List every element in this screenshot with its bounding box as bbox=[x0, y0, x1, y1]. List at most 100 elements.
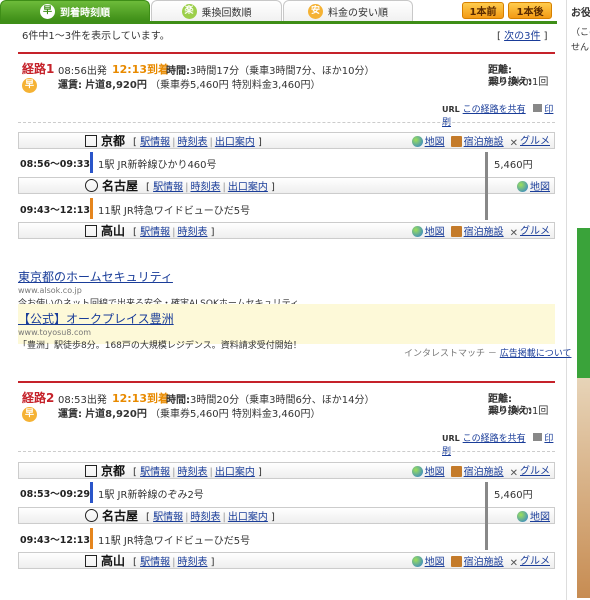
next-results-link[interactable]: [ 次の3件 ] bbox=[497, 27, 548, 42]
lodging-link[interactable]: 宿泊施設 bbox=[450, 133, 504, 148]
print-icon bbox=[532, 104, 542, 112]
timetable-link[interactable]: 時刻表 bbox=[177, 227, 207, 238]
station-info-link[interactable]: 駅情報 bbox=[140, 557, 170, 568]
globe-icon bbox=[411, 136, 423, 147]
fare-label: 運賃: bbox=[58, 80, 82, 91]
sidebar-text: （この bbox=[571, 28, 590, 38]
hotel-icon bbox=[450, 226, 462, 237]
cheap-icon: 安 bbox=[308, 3, 323, 19]
station-nagoya: 名古屋 [ 駅情報 | 時刻表 | 出口案内 ] 地図 bbox=[18, 177, 555, 194]
map-link[interactable]: 地図 bbox=[411, 553, 445, 568]
tab-label: 到着時刻順 bbox=[60, 7, 110, 19]
dashed-divider bbox=[18, 451, 555, 452]
map-link[interactable]: 地図 bbox=[411, 223, 445, 238]
route-1-header: 経路1 08:56出発 12:13到着 時間:3時間17分（乗車3時間7分、ほか… bbox=[18, 60, 555, 128]
segment-train: 11駅 JR特急ワイドビューひだ5号 bbox=[98, 206, 251, 217]
next-train-button[interactable]: 1本後 bbox=[508, 2, 552, 19]
sidebar-text: せん bbox=[571, 43, 590, 53]
line-color-bar bbox=[90, 198, 93, 219]
fare: 片道8,920円 bbox=[85, 409, 147, 420]
easy-icon: 楽 bbox=[181, 3, 197, 19]
ad-title[interactable]: 東京都のホームセキュリティ bbox=[18, 270, 173, 284]
fare-label: 運賃: bbox=[58, 409, 82, 420]
fare-bracket bbox=[485, 482, 488, 550]
station-transfer-icon bbox=[85, 509, 98, 522]
line-color-bar bbox=[90, 152, 93, 173]
tab-cheapest-fare[interactable]: 安 料金の安い順 bbox=[283, 0, 413, 21]
timetable-link[interactable]: 時刻表 bbox=[177, 467, 207, 478]
early-badge-icon: 早 bbox=[22, 78, 37, 93]
lodging-link[interactable]: 宿泊施設 bbox=[450, 223, 504, 238]
map-link[interactable]: 地図 bbox=[517, 508, 550, 523]
ad-1[interactable]: 東京都のホームセキュリティ www.alsok.co.jp 今お使いのネット回線… bbox=[18, 268, 555, 309]
tab-label: 料金の安い順 bbox=[328, 7, 388, 19]
station-name[interactable]: 京都 bbox=[101, 462, 125, 479]
gourmet-link[interactable]: ✕ グルメ bbox=[510, 462, 550, 479]
exit-guide-link[interactable]: 出口案内 bbox=[215, 137, 255, 148]
fare-detail: （乗車券5,460円 特別料金3,460円） bbox=[150, 80, 321, 91]
station-name[interactable]: 名古屋 bbox=[102, 177, 138, 194]
lodging-link[interactable]: 宿泊施設 bbox=[450, 463, 504, 478]
sidebar-heading: お役 bbox=[571, 8, 590, 19]
map-link[interactable]: 地図 bbox=[517, 178, 550, 193]
exit-guide-link[interactable]: 出口案内 bbox=[228, 512, 268, 523]
station-info-link[interactable]: 駅情報 bbox=[153, 182, 183, 193]
timetable-link[interactable]: 時刻表 bbox=[177, 557, 207, 568]
tab-transfer-count[interactable]: 楽 乗換回数順 bbox=[151, 0, 282, 21]
result-summary: 6件中1～3件を表示しています。 bbox=[22, 31, 170, 42]
segment-train: 11駅 JR特急ワイドビューひだ5号 bbox=[98, 536, 251, 547]
url-label: URL bbox=[442, 105, 460, 114]
fare: 片道8,920円 bbox=[85, 80, 147, 91]
sidebar-ad[interactable] bbox=[577, 178, 590, 598]
next-results-anchor[interactable]: 次の3件 bbox=[504, 31, 540, 42]
depart-time: 08:53出発 bbox=[58, 395, 107, 406]
station-info-link[interactable]: 駅情報 bbox=[140, 137, 170, 148]
gourmet-link[interactable]: ✕ グルメ bbox=[510, 132, 550, 149]
segment-2: 09:43～12:13 11駅 JR特急ワイドビューひだ5号 bbox=[18, 528, 555, 549]
tab-arrival-time[interactable]: 早 到着時刻順 bbox=[0, 0, 150, 21]
early-badge-icon: 早 bbox=[22, 407, 37, 422]
exit-guide-link[interactable]: 出口案内 bbox=[228, 182, 268, 193]
station-name[interactable]: 高山 bbox=[101, 552, 125, 569]
share-route-link[interactable]: この経路を共有 bbox=[463, 105, 526, 115]
station-name[interactable]: 名古屋 bbox=[102, 507, 138, 524]
station-info-link[interactable]: 駅情報 bbox=[140, 467, 170, 478]
segment-time: 08:53～09:29 bbox=[20, 489, 90, 500]
segment-fare: 5,460円 bbox=[494, 490, 533, 501]
gourmet-link[interactable]: ✕ グルメ bbox=[510, 552, 550, 569]
lodging-link[interactable]: 宿泊施設 bbox=[450, 553, 504, 568]
route-2-header: 経路2 08:53出発 12:13到着 時間:3時間20分（乗車3時間6分、ほか… bbox=[18, 389, 555, 457]
ad-title[interactable]: 【公式】オークプレイス豊洲 bbox=[18, 312, 174, 326]
station-info-link[interactable]: 駅情報 bbox=[140, 227, 170, 238]
timetable-link[interactable]: 時刻表 bbox=[190, 512, 220, 523]
gourmet-link[interactable]: ✕ グルメ bbox=[510, 222, 550, 239]
globe-icon bbox=[411, 226, 423, 237]
segment-2: 09:43～12:13 11駅 JR特急ワイドビューひだ5号 bbox=[18, 198, 555, 219]
station-name[interactable]: 京都 bbox=[101, 132, 125, 149]
dashed-divider bbox=[18, 122, 555, 123]
map-link[interactable]: 地図 bbox=[411, 463, 445, 478]
tab-underline bbox=[0, 21, 557, 24]
map-link[interactable]: 地図 bbox=[411, 133, 445, 148]
station-info-link[interactable]: 駅情報 bbox=[153, 512, 183, 523]
ad-info-link[interactable]: 広告掲載について bbox=[500, 349, 572, 359]
exit-guide-link[interactable]: 出口案内 bbox=[215, 467, 255, 478]
segment-1: 08:53～09:29 1駅 JR新幹線のぞみ2号 5,460円 bbox=[18, 482, 555, 503]
ad-2[interactable]: 【公式】オークプレイス豊洲 www.toyosu8.com 「豊洲」駅徒歩8分。… bbox=[18, 304, 555, 351]
transfers: 1回 bbox=[532, 406, 549, 417]
fare-detail: （乗車券5,460円 特別料金3,460円） bbox=[150, 409, 321, 420]
segment-time: 09:43～12:13 bbox=[20, 535, 90, 546]
segment-train: 1駅 JR新幹線のぞみ2号 bbox=[98, 490, 204, 501]
fork-knife-icon: ✕ bbox=[509, 138, 518, 149]
route-divider bbox=[18, 52, 555, 54]
timetable-link[interactable]: 時刻表 bbox=[190, 182, 220, 193]
hotel-icon bbox=[450, 556, 462, 567]
station-name[interactable]: 高山 bbox=[101, 222, 125, 239]
previous-train-button[interactable]: 1本前 bbox=[462, 2, 504, 19]
ad-footer: インタレストマッチ － 広告掲載について bbox=[404, 349, 572, 359]
timetable-link[interactable]: 時刻表 bbox=[177, 137, 207, 148]
globe-icon bbox=[517, 181, 528, 192]
station-square-icon bbox=[85, 554, 97, 567]
share-route-link[interactable]: この経路を共有 bbox=[463, 434, 526, 444]
station-kyoto: 京都 [ 駅情報 | 時刻表 | 出口案内 ] 地図 宿泊施設 ✕ グルメ bbox=[18, 132, 555, 149]
